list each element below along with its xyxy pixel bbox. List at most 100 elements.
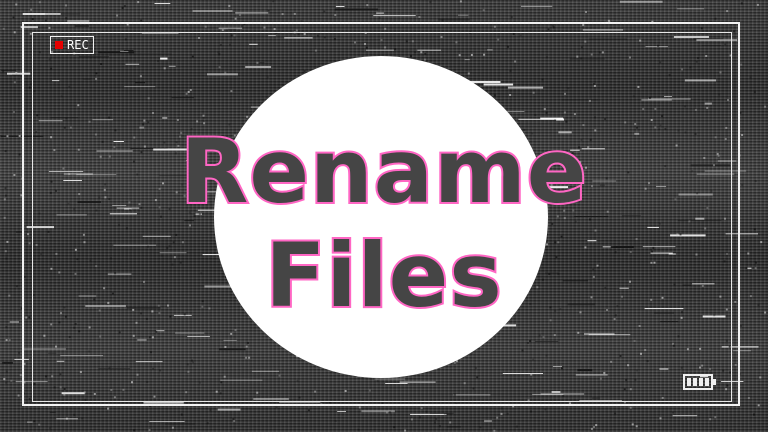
title-line-1: Rename bbox=[179, 118, 589, 225]
static-speck bbox=[482, 9, 485, 12]
static-speck bbox=[13, 81, 16, 84]
static-speck bbox=[5, 381, 8, 384]
static-speck bbox=[614, 412, 617, 415]
static-speck bbox=[672, 411, 674, 414]
static-streak bbox=[672, 415, 698, 417]
static-speck bbox=[10, 379, 13, 382]
thumbnail-title: Rename Files bbox=[0, 118, 768, 329]
thumbnail-canvas: REC Rename Files bbox=[0, 0, 768, 432]
static-streak bbox=[521, 5, 553, 7]
battery-cell bbox=[699, 378, 703, 386]
static-speck bbox=[293, 12, 296, 15]
static-speck bbox=[267, 9, 270, 12]
static-speck bbox=[629, 406, 632, 409]
static-speck bbox=[13, 31, 16, 34]
static-speck bbox=[438, 425, 441, 428]
static-speck bbox=[133, 429, 136, 432]
static-speck bbox=[49, 427, 52, 430]
static-speck bbox=[209, 409, 212, 412]
static-speck bbox=[756, 3, 759, 6]
static-speck bbox=[107, 407, 110, 410]
static-speck bbox=[17, 394, 20, 397]
static-speck bbox=[435, 417, 438, 420]
static-speck bbox=[404, 429, 407, 432]
static-speck bbox=[595, 424, 598, 427]
static-streak bbox=[154, 3, 171, 4]
static-speck bbox=[500, 412, 503, 415]
static-speck bbox=[479, 426, 482, 429]
static-speck bbox=[116, 14, 119, 17]
static-speck bbox=[749, 76, 752, 79]
static-speck bbox=[232, 418, 235, 421]
rec-label: REC bbox=[67, 38, 89, 52]
static-speck bbox=[65, 4, 67, 7]
static-speck bbox=[15, 72, 18, 74]
static-speck bbox=[388, 411, 391, 414]
static-speck bbox=[15, 3, 18, 6]
static-streak bbox=[217, 408, 241, 411]
rec-indicator: REC bbox=[50, 36, 94, 54]
static-speck bbox=[425, 410, 428, 413]
static-speck bbox=[228, 4, 231, 7]
static-speck bbox=[510, 16, 513, 19]
static-speck bbox=[410, 418, 413, 421]
static-speck bbox=[593, 426, 595, 428]
static-speck bbox=[434, 421, 436, 424]
static-speck bbox=[123, 5, 126, 8]
static-speck bbox=[635, 425, 638, 428]
static-speck bbox=[33, 420, 36, 423]
static-speck bbox=[530, 410, 532, 413]
static-speck bbox=[740, 2, 743, 5]
static-speck bbox=[272, 0, 275, 3]
static-speck bbox=[3, 378, 6, 381]
static-streak bbox=[619, 0, 663, 3]
static-speck bbox=[378, 16, 381, 19]
static-speck bbox=[726, 10, 729, 13]
battery-cell bbox=[687, 378, 691, 386]
static-speck bbox=[753, 91, 756, 94]
static-streak bbox=[192, 10, 233, 12]
static-speck bbox=[753, 413, 755, 416]
static-speck bbox=[18, 351, 21, 354]
static-streak bbox=[410, 413, 447, 415]
static-streak bbox=[373, 15, 416, 17]
static-speck bbox=[81, 417, 84, 420]
record-dot-icon bbox=[55, 41, 63, 49]
static-speck bbox=[180, 413, 183, 416]
static-speck bbox=[38, 1, 41, 4]
static-streak bbox=[335, 6, 345, 7]
static-speck bbox=[334, 419, 337, 422]
static-speck bbox=[12, 16, 15, 19]
static-streak bbox=[484, 420, 492, 423]
static-speck bbox=[714, 17, 717, 20]
static-speck bbox=[206, 422, 209, 425]
static-speck bbox=[357, 428, 360, 431]
static-streak bbox=[458, 14, 469, 16]
static-speck bbox=[234, 17, 237, 20]
static-streak bbox=[27, 421, 33, 423]
static-speck bbox=[441, 19, 444, 22]
static-streak bbox=[376, 12, 384, 14]
static-speck bbox=[590, 427, 593, 430]
static-speck bbox=[419, 416, 422, 419]
static-speck bbox=[393, 426, 396, 429]
static-speck bbox=[747, 397, 750, 399]
static-speck bbox=[420, 407, 423, 410]
static-speck bbox=[544, 408, 547, 411]
static-streak bbox=[235, 12, 269, 14]
battery-cell bbox=[693, 378, 697, 386]
static-speck bbox=[8, 339, 11, 342]
static-speck bbox=[449, 421, 452, 424]
static-speck bbox=[233, 420, 236, 422]
static-speck bbox=[65, 17, 68, 20]
static-streak bbox=[677, 8, 704, 10]
static-speck bbox=[238, 14, 241, 16]
static-speck bbox=[275, 406, 278, 409]
static-speck bbox=[585, 11, 587, 13]
static-speck bbox=[2, 27, 5, 30]
static-speck bbox=[459, 0, 462, 3]
static-speck bbox=[38, 423, 41, 426]
static-speck bbox=[740, 63, 743, 66]
battery-icon bbox=[683, 374, 716, 390]
static-speck bbox=[334, 14, 337, 16]
